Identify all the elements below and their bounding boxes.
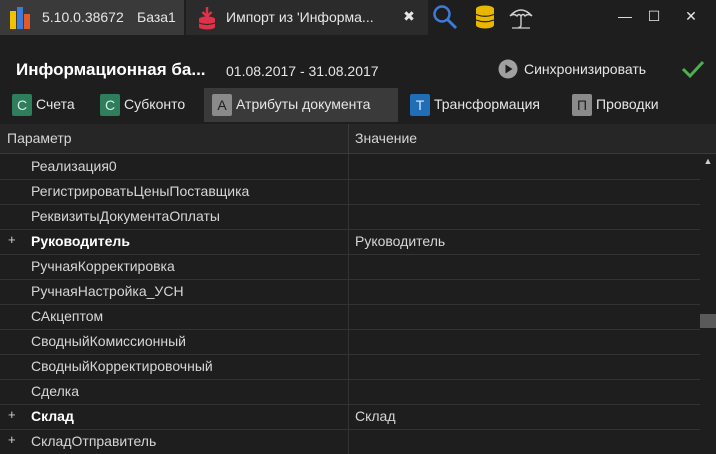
scroll-up-icon[interactable]: ▲ bbox=[703, 156, 713, 166]
synchronize-button[interactable]: Синхронизировать bbox=[498, 58, 668, 80]
tab-subconto[interactable]: С Субконто bbox=[92, 88, 202, 122]
date-range[interactable]: 01.08.2017 - 31.08.2017 bbox=[226, 63, 379, 79]
table-row[interactable]: РучнаяКорректировка bbox=[0, 254, 700, 280]
row-parameter: СводныйКомиссионный bbox=[31, 333, 186, 349]
table-row[interactable]: РеквизитыДокументаОплаты bbox=[0, 204, 700, 230]
close-tab-icon[interactable]: ✖ bbox=[401, 8, 417, 26]
row-parameter: САкцептом bbox=[31, 308, 104, 324]
row-expander[interactable]: + bbox=[8, 407, 18, 422]
table-row[interactable]: СводныйКомиссионный bbox=[0, 329, 700, 355]
tab-badge: Т bbox=[410, 94, 430, 116]
row-divider bbox=[348, 179, 349, 204]
row-value[interactable]: Склад bbox=[355, 408, 396, 424]
column-header-parameter[interactable]: Параметр bbox=[7, 130, 72, 146]
grid-header: Параметр Значение bbox=[0, 124, 716, 154]
table-row[interactable]: Реализация0 bbox=[0, 154, 700, 180]
table-row[interactable]: РучнаяНастройка_УСН bbox=[0, 279, 700, 305]
import-tab[interactable]: Импорт из 'Информа... ✖ bbox=[186, 0, 428, 35]
synchronize-label: Синхронизировать bbox=[524, 61, 647, 77]
table-row[interactable]: + Склад Склад bbox=[0, 404, 700, 430]
row-divider bbox=[348, 354, 349, 379]
row-divider bbox=[348, 154, 349, 179]
row-expander[interactable]: + bbox=[8, 432, 18, 447]
row-divider bbox=[348, 404, 349, 429]
row-parameter: Склад bbox=[31, 408, 74, 424]
section-tabs: С Счета С Субконто А Атрибуты документа … bbox=[0, 86, 716, 122]
table-row[interactable]: РегистрироватьЦеныПоставщика bbox=[0, 179, 700, 205]
tab-badge: А bbox=[212, 94, 232, 116]
database-icon[interactable] bbox=[472, 4, 498, 30]
row-divider bbox=[348, 379, 349, 404]
row-parameter: СкладОтправитель bbox=[31, 433, 157, 449]
import-tab-title: Импорт из 'Информа... bbox=[226, 9, 374, 25]
row-divider bbox=[348, 204, 349, 229]
tab-document-attributes[interactable]: А Атрибуты документа bbox=[204, 88, 398, 122]
checkmark-icon[interactable] bbox=[680, 56, 706, 82]
play-icon bbox=[498, 59, 518, 79]
app-icon bbox=[10, 7, 30, 29]
parameter-grid: Реализация0 РегистрироватьЦеныПоставщика… bbox=[0, 154, 700, 454]
tab-badge: С bbox=[12, 94, 32, 116]
row-divider bbox=[348, 279, 349, 304]
row-divider bbox=[348, 304, 349, 329]
tab-label: Счета bbox=[36, 96, 75, 112]
vertical-scrollbar[interactable]: ▲ bbox=[700, 154, 716, 454]
app-version: 5.10.0.38672 bbox=[42, 9, 124, 25]
row-parameter: Руководитель bbox=[31, 233, 130, 249]
tab-label: Субконто bbox=[124, 96, 186, 112]
page-title: Информационная ба... bbox=[16, 60, 206, 79]
row-divider bbox=[348, 229, 349, 254]
tab-accounts[interactable]: С Счета bbox=[4, 88, 88, 122]
column-divider[interactable] bbox=[348, 124, 349, 153]
tab-badge: С bbox=[100, 94, 120, 116]
column-header-value[interactable]: Значение bbox=[355, 130, 417, 146]
row-divider bbox=[348, 254, 349, 279]
database-name: База1 bbox=[137, 9, 176, 25]
maximize-button[interactable]: ☐ bbox=[637, 5, 671, 29]
tab-label: Трансформация bbox=[434, 96, 540, 112]
tab-label: Проводки bbox=[596, 96, 659, 112]
row-parameter: Сделка bbox=[31, 383, 79, 399]
tab-label: Атрибуты документа bbox=[236, 96, 371, 112]
row-parameter: РегистрироватьЦеныПоставщика bbox=[31, 183, 250, 199]
umbrella-icon[interactable] bbox=[508, 4, 534, 30]
row-expander[interactable]: + bbox=[8, 232, 18, 247]
table-row[interactable]: СводныйКорректировочный bbox=[0, 354, 700, 380]
table-row[interactable]: САкцептом bbox=[0, 304, 700, 330]
search-icon[interactable] bbox=[432, 4, 458, 30]
tab-transformation[interactable]: Т Трансформация bbox=[402, 88, 562, 122]
row-parameter: СводныйКорректировочный bbox=[31, 358, 213, 374]
table-row[interactable]: + Руководитель Руководитель bbox=[0, 229, 700, 255]
row-divider bbox=[348, 329, 349, 354]
import-icon bbox=[198, 6, 216, 30]
table-row[interactable]: Сделка bbox=[0, 379, 700, 405]
row-parameter: Реализация0 bbox=[31, 158, 117, 174]
row-value[interactable]: Руководитель bbox=[355, 233, 445, 249]
tab-badge: П bbox=[572, 94, 592, 116]
title-bar: 5.10.0.38672 База1 Импорт из 'Информа...… bbox=[0, 0, 716, 35]
row-parameter: РучнаяНастройка_УСН bbox=[31, 283, 184, 299]
window-close-button[interactable]: ✕ bbox=[674, 5, 708, 29]
app-tab[interactable]: 5.10.0.38672 База1 bbox=[0, 0, 184, 35]
row-parameter: РеквизитыДокументаОплаты bbox=[31, 208, 220, 224]
table-row[interactable]: + СкладОтправитель bbox=[0, 429, 700, 454]
row-divider bbox=[348, 429, 349, 454]
tab-postings[interactable]: П Проводки bbox=[564, 88, 684, 122]
scroll-thumb[interactable] bbox=[700, 314, 716, 328]
row-parameter: РучнаяКорректировка bbox=[31, 258, 175, 274]
